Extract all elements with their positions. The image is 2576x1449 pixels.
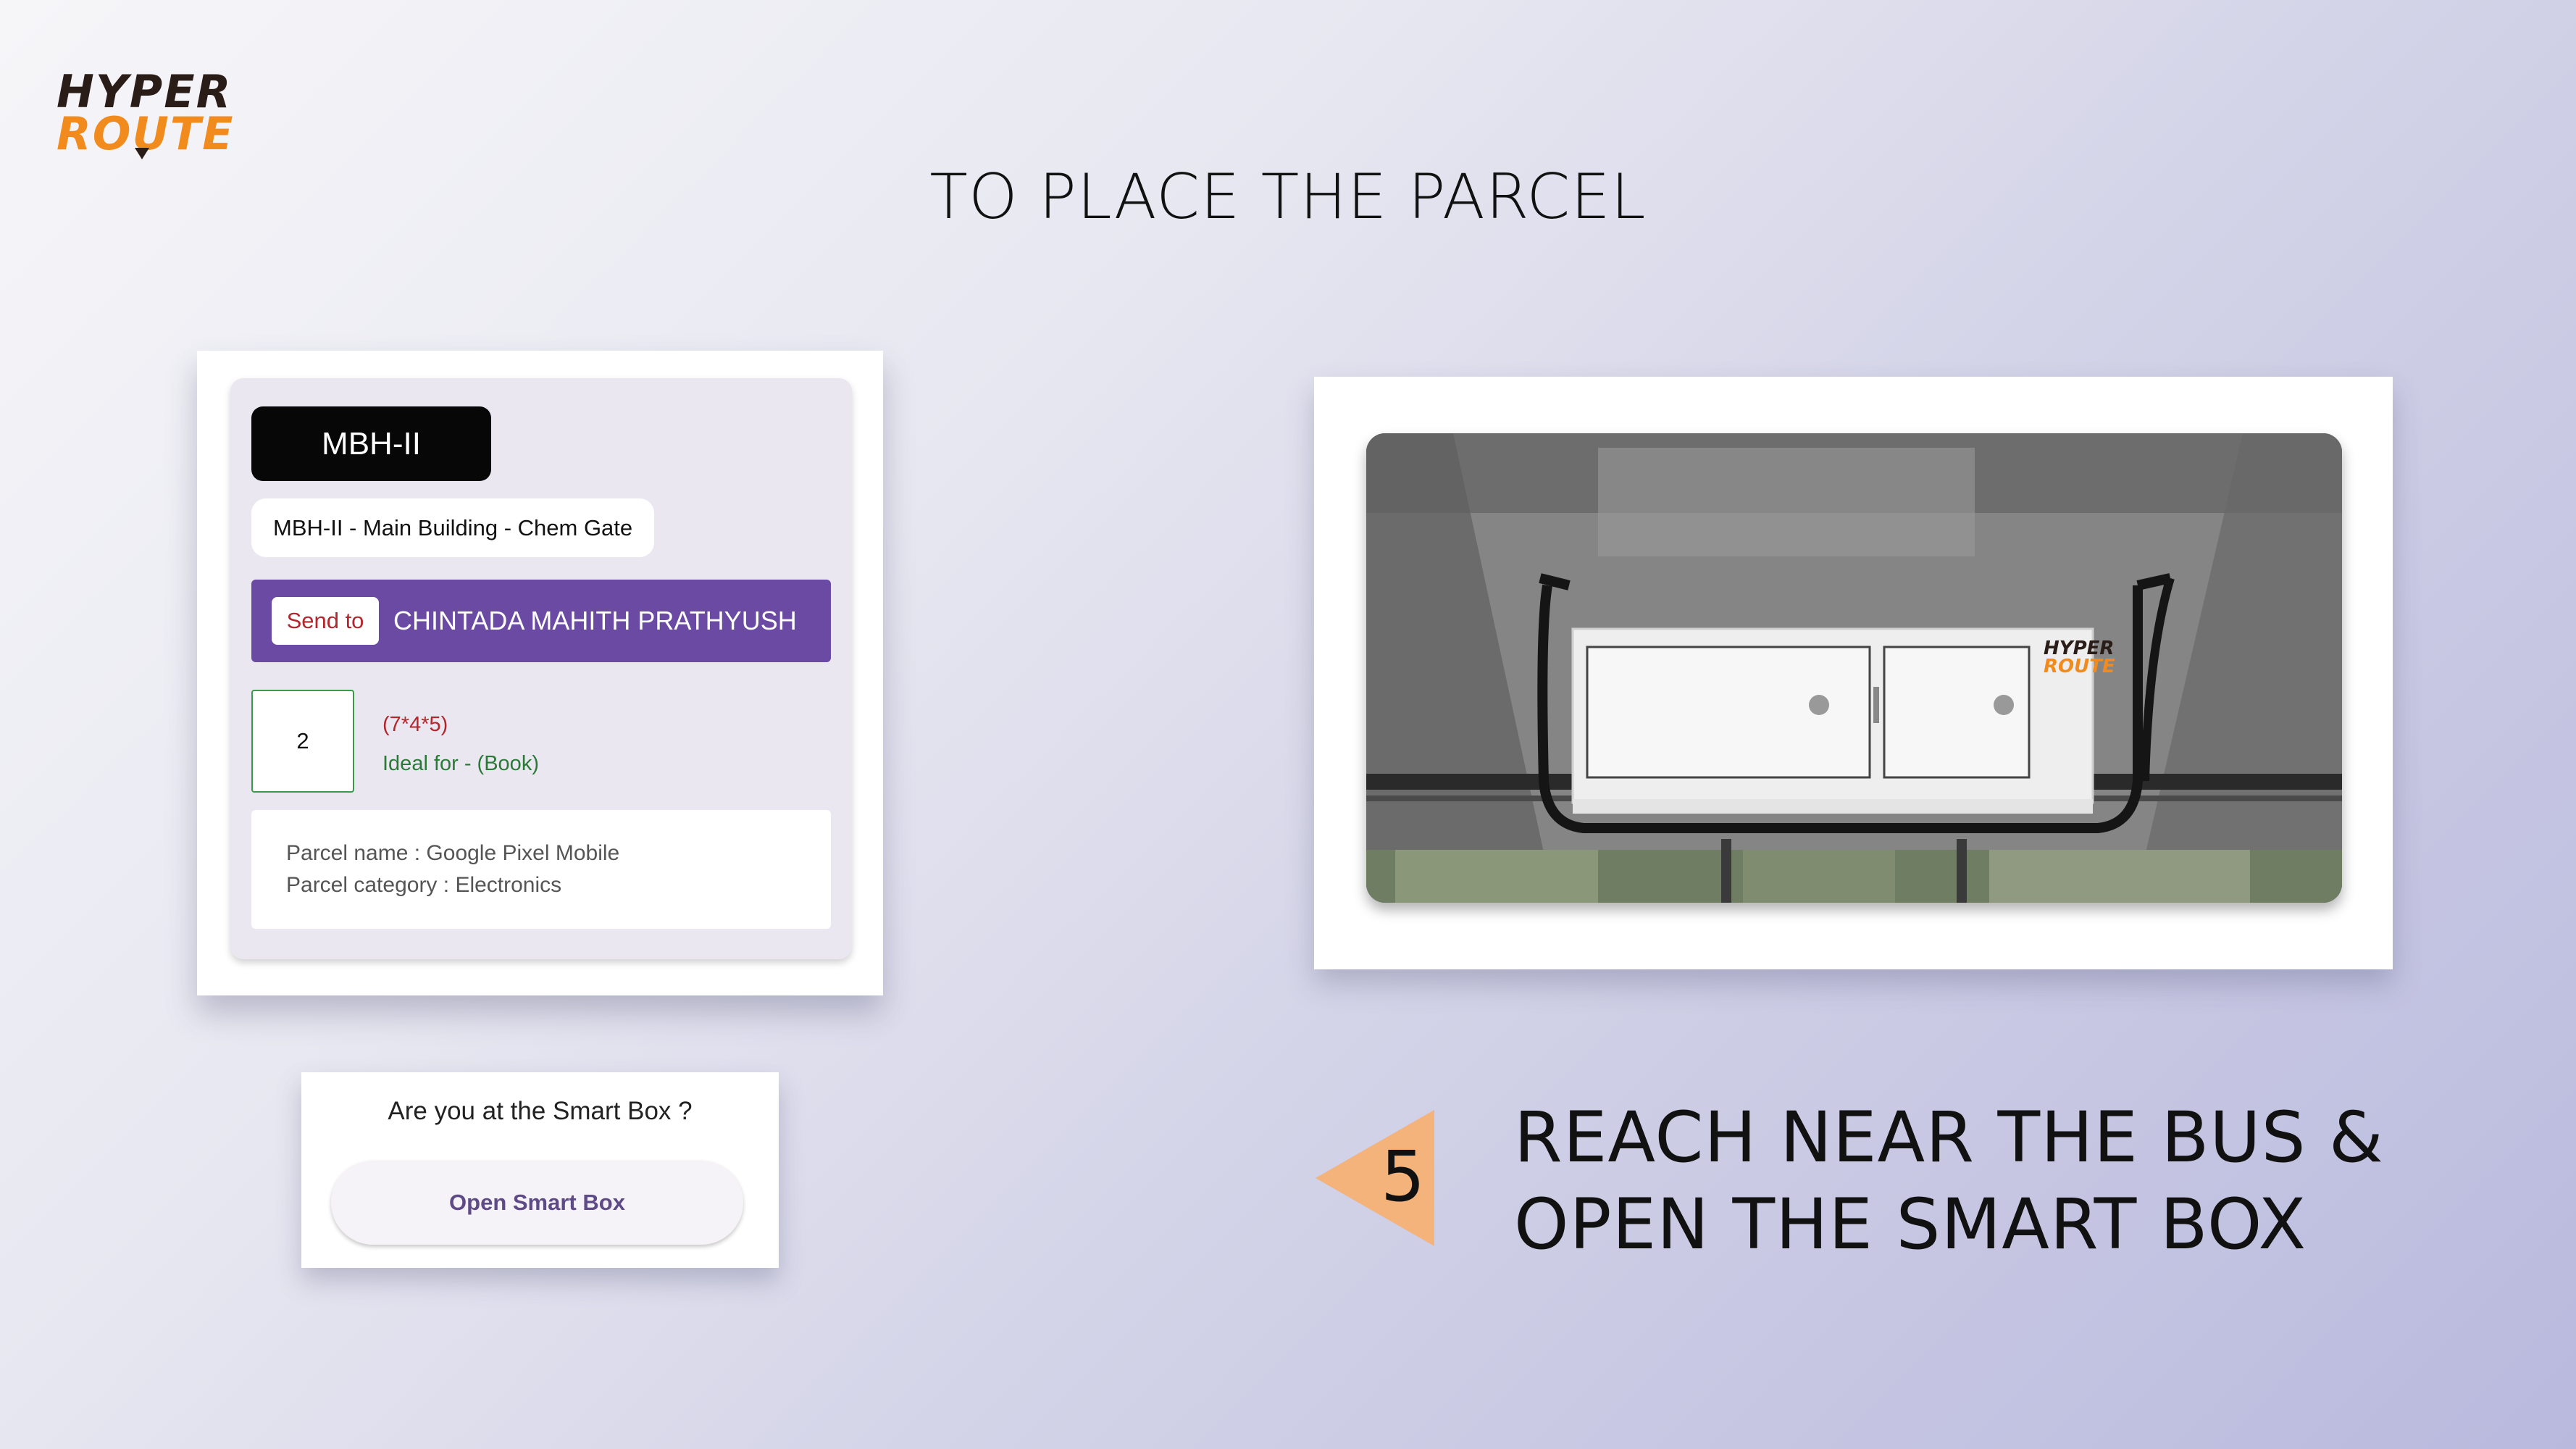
parcel-card-screenshot: MBH-II MBH-II - Main Building - Chem Gat… [197, 351, 883, 995]
parcel-quantity: 2 [251, 690, 354, 793]
parcel-category: Parcel category : Electronics [286, 873, 562, 897]
parcel-details: Parcel name : Google Pixel Mobile Parcel… [251, 810, 831, 929]
send-to-bar: Send to CHINTADA MAHITH PRATHYUSH [251, 580, 831, 662]
hyper-route-logo: HYPER ROUTE [57, 67, 233, 161]
step-instruction-line1: REACH NEAR THE BUS & [1514, 1097, 2384, 1178]
route-label: MBH-II - Main Building - Chem Gate [251, 498, 655, 557]
step-instruction-line2: OPEN THE SMART BOX [1514, 1184, 2307, 1265]
open-smart-box-button[interactable]: Open Smart Box [331, 1161, 743, 1245]
parcel-card: MBH-II MBH-II - Main Building - Chem Gat… [230, 378, 852, 959]
smart-box-prompt: Are you at the Smart Box ? Open Smart Bo… [301, 1072, 779, 1268]
bus-smart-box-photo: HYPER ROUTE [1366, 433, 2342, 903]
smart-box-illustration: HYPER ROUTE [1366, 433, 2342, 903]
bus-smart-box-photo-frame: HYPER ROUTE [1314, 377, 2393, 969]
send-to-label: Send to [272, 597, 379, 645]
page-title: TO PLACE THE PARCEL [929, 161, 1647, 233]
recipient-name: CHINTADA MAHITH PRATHYUSH [393, 606, 797, 635]
smart-box-question: Are you at the Smart Box ? [388, 1097, 693, 1125]
parcel-dimensions: (7*4*5) [382, 713, 448, 736]
step-instruction: REACH NEAR THE BUS & OPEN THE SMART BOX [1514, 1094, 2384, 1268]
box-brand-line2: ROUTE [2044, 656, 2115, 677]
location-pin-icon [135, 148, 149, 159]
parcel-name: Parcel name : Google Pixel Mobile [286, 841, 620, 865]
step-number: 5 [1381, 1136, 1426, 1217]
stop-code-badge: MBH-II [251, 406, 491, 481]
ideal-for-label: Ideal for - (Book) [382, 752, 539, 775]
